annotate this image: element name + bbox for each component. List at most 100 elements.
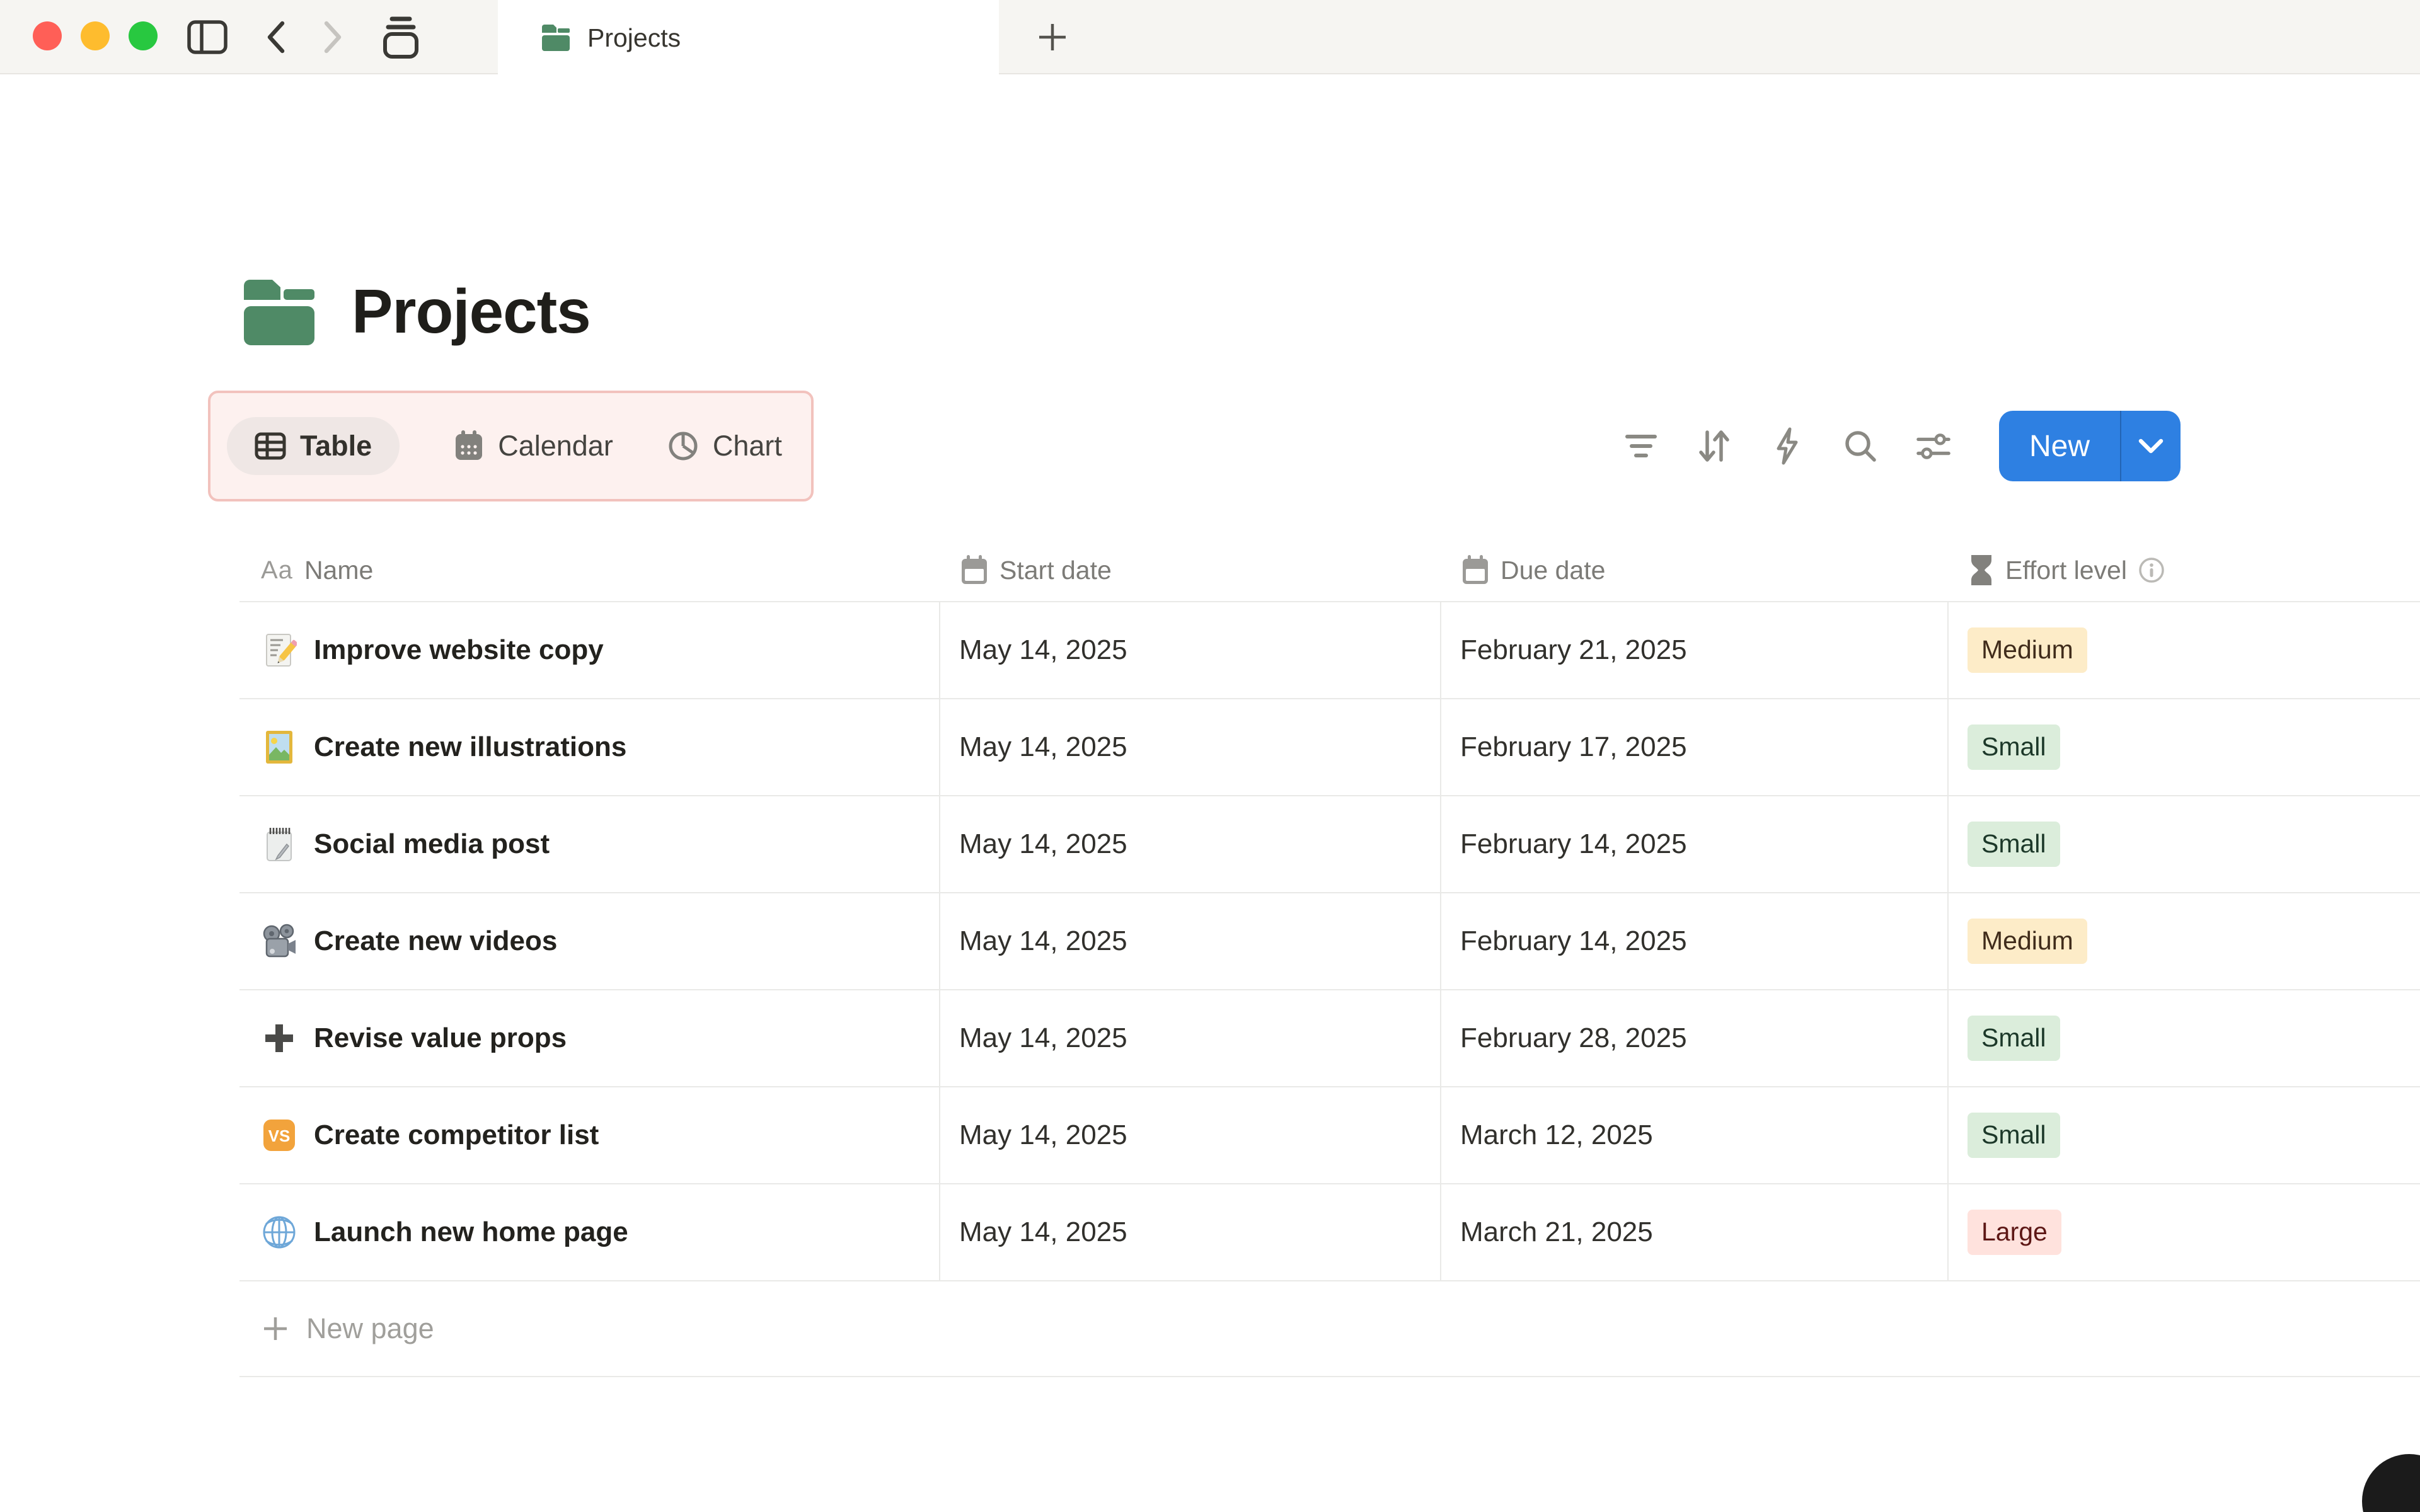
zoom-window-button[interactable] [129,21,158,50]
start-date-cell[interactable]: May 14, 2025 [939,893,1440,989]
effort-level-cell[interactable]: Small [1947,990,2420,1086]
due-date-value: February 14, 2025 [1460,925,1687,956]
column-label: Due date [1501,555,1606,585]
column-header-name[interactable]: Aa Name [239,539,939,601]
start-date-cell[interactable]: May 14, 2025 [939,796,1440,892]
start-date-cell[interactable]: May 14, 2025 [939,699,1440,795]
help-button-peek[interactable] [2362,1454,2420,1512]
new-record-dropdown[interactable] [2121,411,2181,481]
new-record-label[interactable]: New [1999,411,2120,481]
view-tab-chart[interactable]: Chart [667,430,782,462]
effort-badge: Medium [1968,627,2087,673]
column-header-start[interactable]: Start date [939,539,1440,601]
name-cell[interactable]: Create new videos [239,893,939,989]
effort-level-cell[interactable]: Large [1947,1184,2420,1280]
column-label: Name [304,555,374,585]
table-row[interactable]: Create new videos May 14, 2025 February 14… [239,893,2420,990]
due-date-cell[interactable]: February 14, 2025 [1440,796,1947,892]
column-label: Start date [1000,555,1112,585]
due-date-value: March 12, 2025 [1460,1120,1653,1150]
due-date-value: February 21, 2025 [1460,634,1687,665]
start-date-value: May 14, 2025 [959,634,1127,665]
view-settings-icon[interactable] [1916,428,1951,464]
memo-icon [261,632,297,668]
column-header-due[interactable]: Due date [1440,539,1947,601]
name-cell[interactable]: Create new illustrations [239,699,939,795]
effort-level-cell[interactable]: Small [1947,699,2420,795]
due-date-value: March 21, 2025 [1460,1217,1653,1247]
view-tab-table[interactable]: Table [227,417,400,475]
forward-icon[interactable] [323,20,344,55]
view-tab-label: Table [300,430,372,462]
effort-level-cell[interactable]: Medium [1947,602,2420,698]
window-controls [33,21,158,50]
table-row[interactable]: Improve website copy May 14, 2025 February… [239,602,2420,699]
picture-icon [261,729,297,765]
table-row[interactable]: Create new illustrations May 14, 2025 Febr… [239,699,2420,796]
sidebar-toggle-icon[interactable] [187,19,228,55]
tab-history-icon[interactable] [381,15,421,59]
svg-text:VS: VS [268,1126,291,1145]
table-row[interactable]: Revise value props May 14, 2025 February 2… [239,990,2420,1087]
table-row[interactable]: Social media post May 14, 2025 February 14… [239,796,2420,893]
effort-level-cell[interactable]: Small [1947,1087,2420,1183]
due-date-cell[interactable]: February 28, 2025 [1440,990,1947,1086]
table-header-row: Aa Name Start date Due date Effort level [239,539,2420,602]
close-window-button[interactable] [33,21,62,50]
new-tab-button[interactable] [1018,6,1086,68]
start-date-value: May 14, 2025 [959,1022,1127,1053]
effort-badge: Small [1968,724,2060,770]
view-tab-label: Calendar [498,430,613,462]
name-cell[interactable]: Social media post [239,796,939,892]
start-date-value: May 14, 2025 [959,925,1127,956]
info-icon [2138,557,2165,583]
start-date-cell[interactable]: May 14, 2025 [939,1087,1440,1183]
start-date-cell[interactable]: May 14, 2025 [939,1184,1440,1280]
effort-level-cell[interactable]: Medium [1947,893,2420,989]
automation-lightning-icon[interactable] [1770,427,1805,465]
plus-icon [264,1317,287,1340]
table-row[interactable]: Launch new home page May 14, 2025 March 21… [239,1184,2420,1281]
table-row[interactable]: VS Create competitor list May 14, 2025 Marc… [239,1087,2420,1184]
view-tabs-highlight-box: Table Calendar Chart [208,391,814,501]
page-name: Social media post [314,828,550,859]
start-date-cell[interactable]: May 14, 2025 [939,990,1440,1086]
effort-level-cell[interactable]: Small [1947,796,2420,892]
page-name: Launch new home page [314,1217,628,1247]
effort-badge: Large [1968,1210,2061,1255]
due-date-cell[interactable]: February 17, 2025 [1440,699,1947,795]
plus-icon [261,1020,297,1057]
browser-tab-projects[interactable]: Projects [498,0,999,76]
new-record-button[interactable]: New [1998,411,2181,481]
due-date-value: February 14, 2025 [1460,828,1687,859]
due-date-cell[interactable]: February 21, 2025 [1440,602,1947,698]
new-page-label: New page [306,1312,434,1344]
filter-icon[interactable] [1623,428,1659,464]
name-cell[interactable]: VS Create competitor list [239,1087,939,1183]
search-icon[interactable] [1843,428,1878,464]
minimize-window-button[interactable] [81,21,110,50]
name-cell[interactable]: Launch new home page [239,1184,939,1280]
tab-title: Projects [587,23,681,52]
vs-icon: VS [261,1117,297,1154]
new-page-row[interactable]: New page [239,1281,2420,1377]
effort-badge: Small [1968,1016,2060,1061]
back-icon[interactable] [265,20,286,55]
app-window: Projects Projects Table Calendar Chart N… [0,0,2420,1512]
due-date-cell[interactable]: March 12, 2025 [1440,1087,1947,1183]
projects-table: Aa Name Start date Due date Effort level Imp… [239,539,2420,1377]
page-title[interactable]: Projects [352,276,591,347]
name-cell[interactable]: Improve website copy [239,602,939,698]
due-date-cell[interactable]: February 14, 2025 [1440,893,1947,989]
page-name: Create new videos [314,925,558,956]
start-date-cell[interactable]: May 14, 2025 [939,602,1440,698]
titlebar: Projects [0,0,2420,76]
view-tab-calendar[interactable]: Calendar [454,430,613,462]
name-cell[interactable]: Revise value props [239,990,939,1086]
page-folder-icon[interactable] [241,278,318,345]
due-date-cell[interactable]: March 21, 2025 [1440,1184,1947,1280]
sort-icon[interactable] [1697,428,1732,464]
column-header-effort[interactable]: Effort level [1947,539,2420,601]
due-date-value: February 28, 2025 [1460,1022,1687,1053]
page-name: Create competitor list [314,1120,599,1150]
